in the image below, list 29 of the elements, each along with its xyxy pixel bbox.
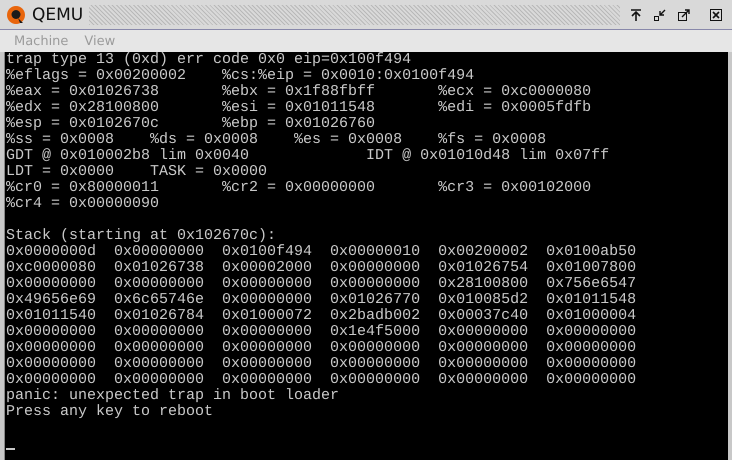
console-line: %eax = 0x01026738 %ebx = 0x1f88fbff %ecx = 0xc0000080 bbox=[6, 84, 592, 100]
console-line: 0xc0000080 0x01026738 0x00002000 0x00000000 0x01026754 0x01007800 bbox=[6, 260, 636, 276]
console-line: %esp = 0x0102670c %ebp = 0x01026760 bbox=[6, 116, 376, 132]
console-line: panic: unexpected trap in boot loader bbox=[6, 388, 340, 404]
console-line: %cr4 = 0x00000090 bbox=[6, 196, 160, 212]
text-cursor bbox=[6, 448, 15, 450]
close-icon bbox=[709, 8, 723, 22]
maximize-icon bbox=[677, 8, 691, 22]
console-line: %cr0 = 0x80000011 %cr2 = 0x00000000 %cr3 = 0x00102000 bbox=[6, 180, 592, 196]
console-line: 0x00000000 0x00000000 0x00000000 0x00000000 0x28100800 0x756e6547 bbox=[6, 276, 636, 292]
console-line: %eflags = 0x00200002 %cs:%eip = 0x0010:0x0100f494 bbox=[6, 68, 474, 84]
console-line: %edx = 0x28100800 %esi = 0x01011548 %edi = 0x0005fdfb bbox=[6, 100, 592, 116]
console-line: 0x01011540 0x01026784 0x01000072 0x2badb002 0x00037c40 0x01000004 bbox=[6, 308, 636, 324]
console-line: %ss = 0x0008 %ds = 0x0008 %es = 0x0008 %fs = 0x0008 bbox=[6, 132, 546, 148]
console-line: Press any key to reboot bbox=[6, 404, 214, 420]
up-arrow-icon bbox=[629, 8, 643, 22]
console-line: GDT @ 0x010002b8 lim 0x0040 IDT @ 0x01010d48 lim 0x07ff bbox=[6, 148, 610, 164]
console-line: 0x00000000 0x00000000 0x00000000 0x00000000 0x00000000 0x00000000 bbox=[6, 356, 636, 372]
console-line: 0x00000000 0x00000000 0x00000000 0x00000000 0x00000000 0x00000000 bbox=[6, 340, 636, 356]
minimize-icon bbox=[653, 8, 667, 22]
app-logo-icon bbox=[6, 4, 26, 24]
console-line: Stack (starting at 0x102670c): bbox=[6, 228, 276, 244]
console-line: 0x0000000d 0x00000000 0x0100f494 0x00000010 0x00200002 0x0100ab50 bbox=[6, 244, 636, 260]
console-line: 0x00000000 0x00000000 0x00000000 0x1e4f5000 0x00000000 0x00000000 bbox=[6, 324, 636, 340]
console-line: trap type 13 (0xd) err code 0x0 eip=0x100f494 bbox=[6, 52, 412, 68]
console-line: LDT = 0x0000 TASK = 0x0000 bbox=[6, 164, 268, 180]
window-title: QEMU bbox=[32, 4, 84, 24]
console-line: 0x00000000 0x00000000 0x00000000 0x00000000 0x00000000 0x00000000 bbox=[6, 372, 636, 388]
console-line: 0x49656e69 0x6c65746e 0x00000000 0x01026770 0x010085d2 0x01011548 bbox=[6, 292, 636, 308]
